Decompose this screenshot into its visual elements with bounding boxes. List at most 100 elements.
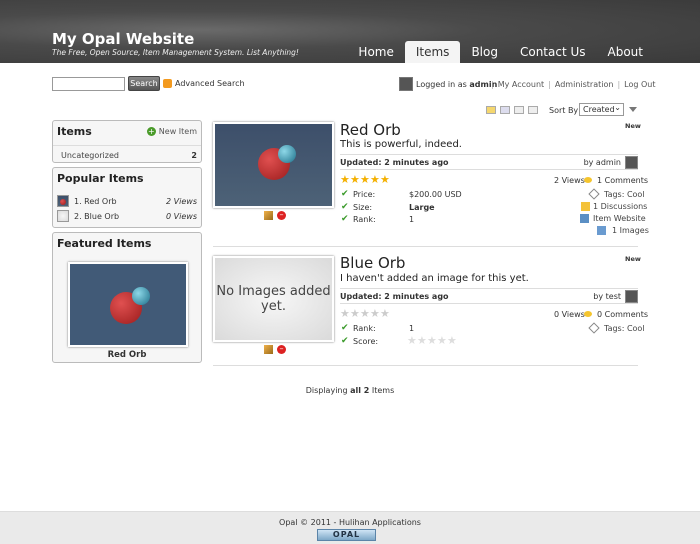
popular-item-views: 2 Views [166, 197, 197, 206]
popular-item-row[interactable]: 2. Blue Orb 0 Views [57, 210, 199, 223]
view-gallery-icon[interactable] [486, 106, 496, 114]
star-icon[interactable]: ★ [370, 174, 380, 185]
item-title[interactable]: Blue Orb [340, 254, 405, 272]
star-icon[interactable]: ★ [340, 308, 350, 319]
star-icon[interactable]: ★ [350, 308, 360, 319]
sort-select[interactable]: Created [579, 102, 624, 116]
link-separator: | [617, 80, 621, 89]
item-description: I haven't added an image for this yet. [340, 273, 529, 284]
view-detail-icon[interactable] [500, 106, 510, 114]
link-separator: | [491, 80, 494, 89]
item-rating[interactable]: ★ ★ ★ ★ ★ [340, 174, 390, 185]
star-icon[interactable]: ★ [427, 335, 437, 346]
tab-home[interactable]: Home [347, 41, 404, 63]
site-tagline: The Free, Open Source, Item Management S… [52, 48, 299, 57]
log-out-link[interactable]: Log Out [624, 80, 655, 89]
star-icon[interactable]: ★ [370, 308, 380, 319]
edit-icon[interactable] [264, 211, 273, 220]
delete-icon[interactable]: – [277, 345, 286, 354]
score-rating[interactable]: ★ ★ ★ ★ ★ [407, 335, 457, 346]
delete-icon[interactable]: – [277, 211, 286, 220]
star-icon[interactable]: ★ [380, 308, 390, 319]
tab-about[interactable]: About [597, 41, 654, 63]
comment-icon [584, 177, 592, 183]
edit-icon[interactable] [264, 345, 273, 354]
item-rating[interactable]: ★ ★ ★ ★ ★ [340, 308, 390, 319]
featured-item-image[interactable] [68, 262, 188, 347]
popular-item-thumbnail[interactable] [57, 195, 69, 207]
listing-count-suffix: Items [371, 386, 395, 395]
star-icon[interactable]: ★ [417, 335, 427, 346]
attr-label: Price: [353, 190, 376, 199]
login-prefix: Logged in as [416, 80, 467, 89]
popular-items-title: Popular Items [57, 172, 144, 185]
check-icon: ✔ [341, 214, 349, 224]
new-badge: New [625, 122, 641, 130]
advanced-search-link[interactable]: Advanced Search [175, 79, 245, 88]
check-icon: ✔ [341, 202, 349, 212]
popular-item-thumbnail[interactable] [57, 210, 69, 222]
check-icon: ✔ [341, 336, 349, 346]
items-box-title: Items [57, 125, 92, 138]
star-icon[interactable]: ★ [380, 174, 390, 185]
item-meta-bar: Updated: 2 minutes ago by admin [340, 154, 638, 170]
star-icon[interactable]: ★ [407, 335, 417, 346]
new-badge: New [625, 255, 641, 263]
tag-icon [588, 188, 600, 200]
star-icon[interactable]: ★ [350, 174, 360, 185]
item-tags[interactable]: Tags: Cool [604, 190, 645, 199]
item-title[interactable]: Red Orb [340, 121, 401, 139]
item-author[interactable]: by test [593, 292, 621, 301]
category-row[interactable]: Uncategorized 2 [53, 145, 201, 163]
featured-item-name[interactable]: Red Orb [53, 350, 201, 360]
sort-direction-icon[interactable] [629, 107, 637, 112]
item-comments[interactable]: 0 Comments [597, 310, 648, 319]
item-comments[interactable]: 1 Comments [597, 176, 648, 185]
item-updated: Updated: 2 minutes ago [340, 158, 449, 167]
item-website[interactable]: Item Website [593, 214, 646, 223]
item-tags[interactable]: Tags: Cool [604, 324, 645, 333]
tab-blog[interactable]: Blog [460, 41, 509, 63]
item-discussions[interactable]: 1 Discussions [593, 202, 647, 211]
star-icon[interactable]: ★ [447, 335, 457, 346]
discussion-icon [581, 202, 590, 211]
site-title[interactable]: My Opal Website [52, 30, 194, 48]
item-meta-bar: Updated: 2 minutes ago by test [340, 288, 638, 304]
view-table-icon[interactable] [528, 106, 538, 114]
rss-icon[interactable] [163, 79, 172, 88]
check-icon: ✔ [341, 323, 349, 333]
star-icon[interactable]: ★ [437, 335, 447, 346]
new-item-label: New Item [158, 127, 197, 136]
search-button[interactable]: Search [128, 76, 160, 91]
popular-item-name[interactable]: 1. Red Orb [74, 197, 117, 206]
my-account-link[interactable]: My Account [498, 80, 544, 89]
item-thumbnail[interactable]: No Images added yet. [213, 256, 334, 342]
star-icon[interactable]: ★ [340, 174, 350, 185]
check-icon: ✔ [341, 189, 349, 199]
listing-count: Displaying all 2 Items [0, 386, 700, 395]
search-input[interactable] [52, 77, 125, 91]
item-divider [213, 365, 638, 366]
view-list-icon[interactable] [514, 106, 524, 114]
site-header: My Opal Website The Free, Open Source, I… [0, 0, 700, 63]
tab-items[interactable]: Items [404, 41, 461, 63]
popular-item-row[interactable]: 1. Red Orb 2 Views [57, 195, 199, 208]
category-name[interactable]: Uncategorized [61, 151, 119, 160]
item-thumbnail[interactable] [213, 122, 334, 208]
listing-count-value: all 2 [350, 386, 370, 395]
item-author[interactable]: by admin [584, 158, 621, 167]
star-icon[interactable]: ★ [360, 308, 370, 319]
user-avatar [399, 77, 413, 91]
comment-icon [584, 311, 592, 317]
opal-powered-badge[interactable]: OPAL [317, 529, 376, 541]
item-images[interactable]: 1 Images [612, 226, 649, 235]
popular-item-name[interactable]: 2. Blue Orb [74, 212, 119, 221]
item-description: This is powerful, indeed. [340, 139, 462, 150]
new-item-button[interactable]: + New Item [146, 127, 197, 136]
popular-items-box: Popular Items 1. Red Orb 2 Views 2. Blue… [52, 167, 202, 228]
tab-contact-us[interactable]: Contact Us [509, 41, 597, 63]
administration-link[interactable]: Administration [555, 80, 614, 89]
listing-count-prefix: Displaying [305, 386, 348, 395]
attr-label: Rank: [353, 324, 376, 333]
star-icon[interactable]: ★ [360, 174, 370, 185]
